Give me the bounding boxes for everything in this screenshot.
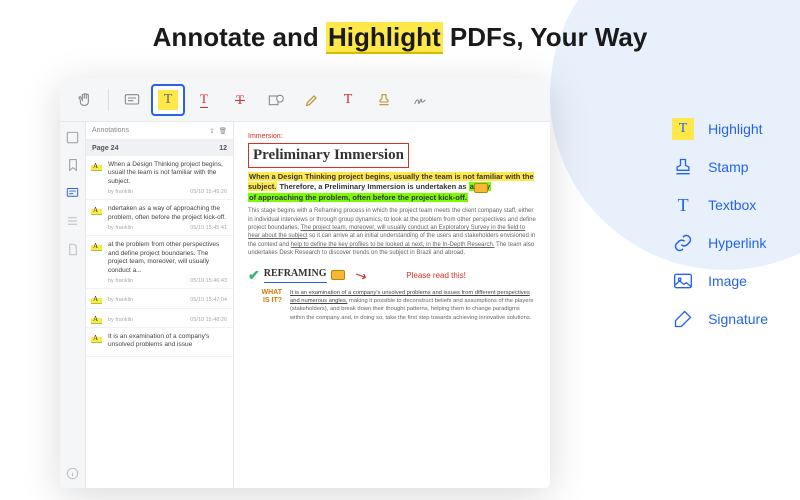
sticky-note-icon[interactable] <box>474 183 488 193</box>
app-body: Annotations ⇪ 🗑 Page 24 12 When a Design… <box>60 122 550 488</box>
highlight-marker-icon <box>91 242 102 251</box>
highlight-marker-icon <box>91 315 102 324</box>
vtab-info[interactable] <box>64 464 82 482</box>
feature-signature[interactable]: Signature <box>672 308 768 330</box>
image-icon <box>672 270 694 292</box>
doc-para1: When a Design Thinking project begins, u… <box>248 172 536 204</box>
arrow-icon: ↘ <box>351 264 370 287</box>
highlight-marker-icon <box>91 162 102 171</box>
highlight-icon: T <box>672 118 694 140</box>
anno-meta: by franklin05/10 15:45:26 <box>108 189 227 196</box>
anno-text: at the problem from other perspectives a… <box>108 241 227 275</box>
vtab-bookmark[interactable] <box>64 156 82 174</box>
page-label: Page 24 <box>92 145 118 152</box>
sidebar-header: Annotations ⇪ 🗑 <box>86 122 233 140</box>
export-icon[interactable]: ⇪ <box>209 127 214 135</box>
read-this-label: Please read this! <box>406 270 466 281</box>
anno-item[interactable]: ndertaken as a way of approaching the pr… <box>86 200 233 236</box>
what-label: WHATIS IT? <box>248 289 282 304</box>
anno-item[interactable]: When a Design Thinking project begins, u… <box>86 156 233 200</box>
feature-label: Image <box>708 273 747 289</box>
anno-item[interactable]: at the problem from other perspectives a… <box>86 236 233 289</box>
anno-text: When a Design Thinking project begins, u… <box>108 161 227 186</box>
annotations-sidebar: Annotations ⇪ 🗑 Page 24 12 When a Design… <box>86 122 234 488</box>
highlight-marker-icon <box>91 334 102 343</box>
feature-label: Highlight <box>708 121 762 137</box>
feature-list: T Highlight Stamp T Textbox Hyperlink Im… <box>672 118 768 330</box>
feature-label: Hyperlink <box>708 235 766 251</box>
headline: Annotate and Highlight PDFs, Your Way <box>0 0 800 71</box>
toolbar-sep <box>108 89 109 111</box>
trash-icon[interactable]: 🗑 <box>219 127 227 135</box>
vtab-thumb[interactable] <box>64 128 82 146</box>
anno-meta: by franklin05/10 15:45:41 <box>108 225 227 232</box>
shape-tool[interactable] <box>259 84 293 116</box>
reframing-title: REFRAMING <box>264 267 327 283</box>
doc-body: This stage begins with a Reframing proce… <box>248 207 536 257</box>
checkmark-icon: ✔ <box>248 266 260 286</box>
feature-stamp[interactable]: Stamp <box>672 156 768 178</box>
page-count: 12 <box>219 145 227 152</box>
sticky-note-icon-2[interactable] <box>331 270 345 280</box>
feature-label: Stamp <box>708 159 748 175</box>
stamp-icon <box>672 156 694 178</box>
highlight-icon: T <box>158 90 178 110</box>
para-b: Therefore, a Preliminary Immersion is un… <box>279 182 468 191</box>
highlight-marker-icon <box>91 206 102 215</box>
feature-image[interactable]: Image <box>672 270 768 292</box>
stamp-tool[interactable] <box>367 84 401 116</box>
textbox-icon: T <box>672 194 694 216</box>
sign-tool[interactable] <box>403 84 437 116</box>
headline-highlight: Highlight <box>326 22 443 54</box>
anno-text: ndertaken as a way of approaching the pr… <box>108 205 227 222</box>
draw-tool[interactable] <box>295 84 329 116</box>
signature-icon <box>672 308 694 330</box>
document-content: Immersion: Preliminary Immersion When a … <box>234 122 550 488</box>
strike-tool[interactable]: T <box>223 84 257 116</box>
anno-text: It is an examination of a company's unso… <box>108 333 227 350</box>
headline-pre: Annotate and <box>153 22 326 52</box>
anno-item[interactable]: by franklin05/10 15:48:26 <box>86 309 233 328</box>
headline-post: PDFs, Your Way <box>443 22 648 52</box>
link-icon <box>672 232 694 254</box>
vtab-anno[interactable] <box>64 184 82 202</box>
vtab-form[interactable] <box>64 240 82 258</box>
feature-textbox[interactable]: T Textbox <box>672 194 768 216</box>
anno-item[interactable]: by franklin05/10 15:47:04 <box>86 289 233 308</box>
hl-green-2: of approaching the problem, often before… <box>248 193 468 202</box>
vertical-tabs <box>60 122 86 488</box>
hand-tool[interactable] <box>68 84 102 116</box>
underline-tool[interactable]: T <box>187 84 221 116</box>
anno-meta: by franklin05/10 15:48:26 <box>108 317 227 324</box>
page-header[interactable]: Page 24 12 <box>86 140 233 156</box>
highlight-marker-icon <box>91 295 102 304</box>
what-text: It is an examination of a company's unso… <box>290 289 536 321</box>
anno-meta: by franklin05/10 15:47:04 <box>108 297 227 304</box>
toolbar: T T T T <box>60 78 550 122</box>
sidebar-title: Annotations <box>92 127 129 134</box>
doc-title: Preliminary Immersion <box>248 143 409 168</box>
feature-label: Textbox <box>708 197 756 213</box>
vtab-outline[interactable] <box>64 212 82 230</box>
what-section: WHATIS IT? It is an examination of a com… <box>248 289 536 321</box>
app-window: T T T T Annotations ⇪ 🗑 <box>60 78 550 488</box>
anno-item[interactable]: It is an examination of a company's unso… <box>86 328 233 357</box>
feature-highlight[interactable]: T Highlight <box>672 118 768 140</box>
feature-label: Signature <box>708 311 768 327</box>
reframing-row: ✔ REFRAMING ↘ Please read this! <box>248 266 536 286</box>
immersion-label: Immersion: <box>248 132 536 142</box>
feature-hyperlink[interactable]: Hyperlink <box>672 232 768 254</box>
text-tool[interactable]: T <box>331 84 365 116</box>
anno-list: When a Design Thinking project begins, u… <box>86 156 233 357</box>
note-tool[interactable] <box>115 84 149 116</box>
anno-meta: by franklin05/10 15:46:43 <box>108 278 227 285</box>
sidebar-header-icons: ⇪ 🗑 <box>209 127 227 135</box>
highlight-tool[interactable]: T <box>151 84 185 116</box>
